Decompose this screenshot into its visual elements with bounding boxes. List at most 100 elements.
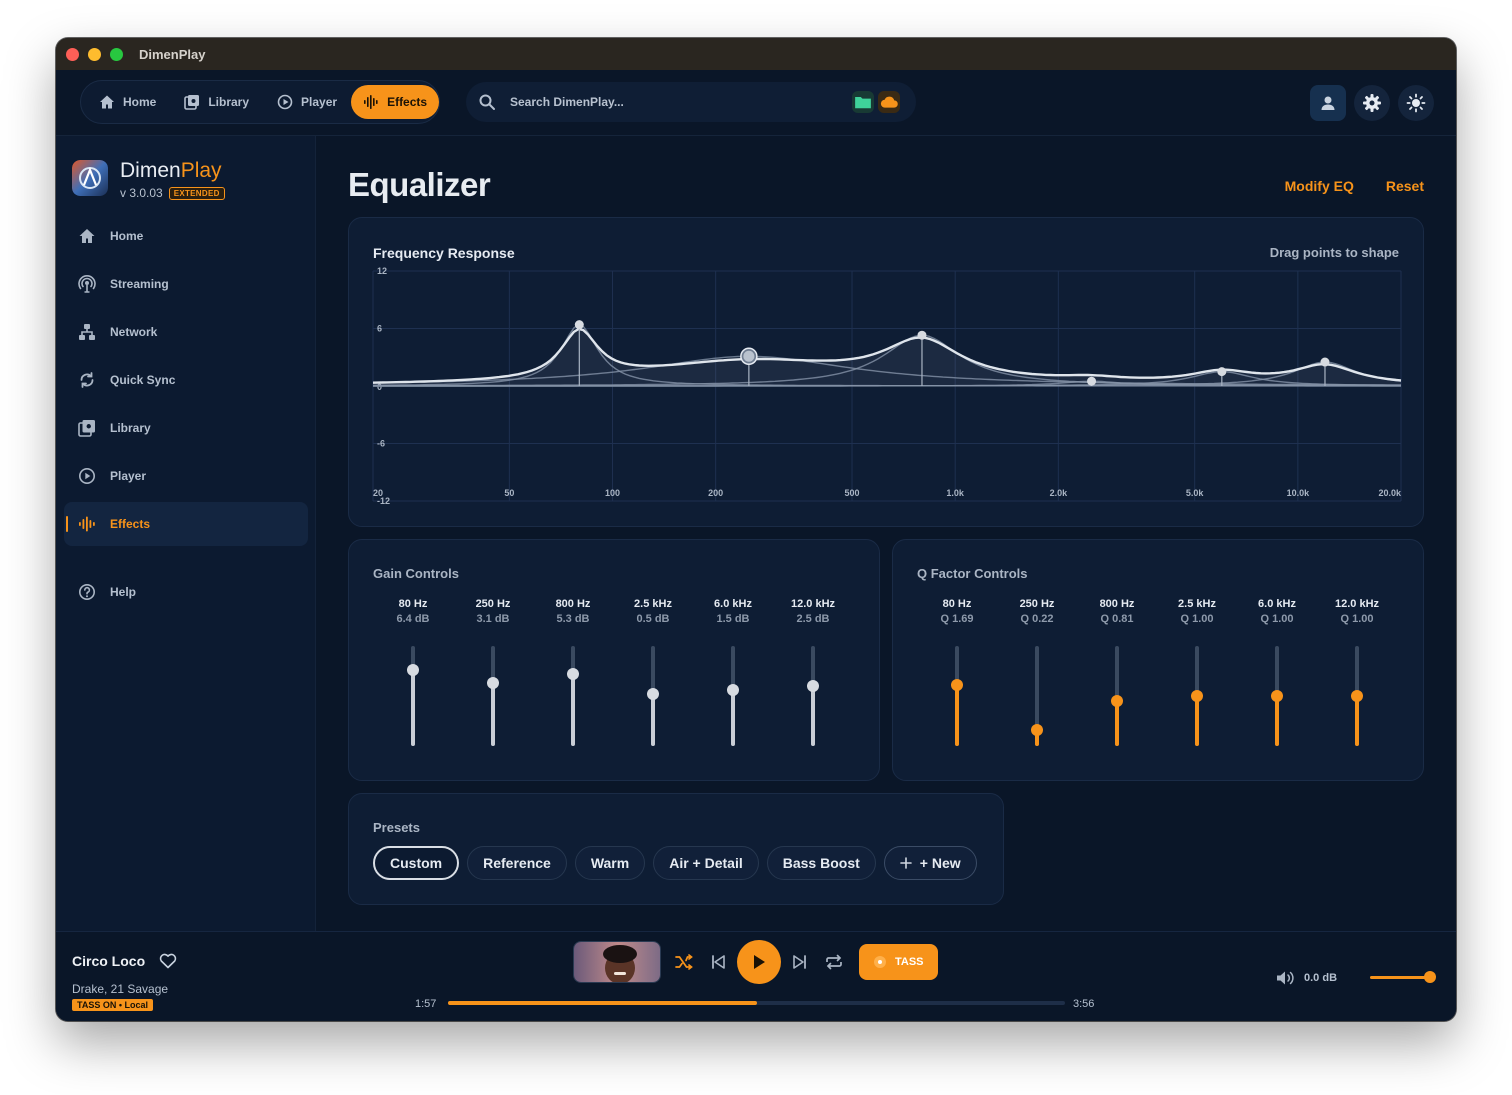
progress-bar[interactable] <box>448 1001 1065 1005</box>
topnav-label: Library <box>208 95 250 109</box>
tass-button[interactable]: TASS <box>859 944 938 980</box>
volume-icon[interactable] <box>1276 970 1294 986</box>
band-value: 1.5 dB <box>716 613 750 625</box>
reset-button[interactable]: Reset <box>1386 178 1424 194</box>
album-art[interactable] <box>573 941 661 983</box>
gain-band-3: 2.5 kHz 0.5 dB <box>613 598 693 758</box>
close-window-button[interactable] <box>66 47 79 61</box>
preset-custom[interactable]: Custom <box>373 846 460 880</box>
preset-reference[interactable]: Reference <box>467 846 567 880</box>
sun-icon <box>1406 93 1426 113</box>
topnav-player[interactable]: Player <box>263 85 349 119</box>
play-circle-icon <box>277 94 293 110</box>
slider-knob[interactable] <box>647 688 659 700</box>
q-slider-track[interactable] <box>1031 646 1043 746</box>
maximize-window-button[interactable] <box>110 47 123 61</box>
total-time: 3:56 <box>1073 998 1095 1010</box>
settings-button[interactable] <box>1354 85 1390 121</box>
new-preset-button[interactable]: + New <box>883 846 977 880</box>
local-folder-button[interactable] <box>852 91 874 113</box>
preset-warm[interactable]: Warm <box>574 846 646 880</box>
sidebar: DimenPlay v 3.0.03 EXTENDED Home Streami… <box>56 136 316 931</box>
sidebar-item-streaming[interactable]: Streaming <box>64 262 308 306</box>
band-handle[interactable] <box>1217 367 1227 377</box>
band-value: 0.5 dB <box>636 613 670 625</box>
slider-knob[interactable] <box>807 680 819 692</box>
presets-card: Presets Custom Reference Warm Air + Deta… <box>348 793 1004 905</box>
slider-knob[interactable] <box>1271 690 1283 702</box>
sidebar-item-quick-sync[interactable]: Quick Sync <box>64 358 308 402</box>
sidebar-item-label: Player <box>110 469 147 483</box>
sidebar-item-help[interactable]: Help <box>64 570 308 614</box>
minimize-window-button[interactable] <box>88 47 101 61</box>
slider-fill <box>651 694 655 746</box>
frequency-response-chart[interactable]: 1260-6-1220 50 100 200 500 1.0k 2.0k 5.0k 10.0k 2… <box>349 218 1425 528</box>
user-icon <box>1321 96 1335 110</box>
q-slider-track[interactable] <box>951 646 963 746</box>
main-content: Equalizer Modify EQ Reset 12 6 0 -6 -12 20 50 1… <box>316 136 1456 931</box>
preset-bass-boost[interactable]: Bass Boost <box>766 846 876 880</box>
sidebar-item-player[interactable]: Player <box>64 454 308 498</box>
volume-value: 0.0 dB <box>1304 972 1338 984</box>
sidebar-item-label: Quick Sync <box>110 373 176 387</box>
q-slider-track[interactable] <box>1111 646 1123 746</box>
gain-slider-track[interactable] <box>647 646 659 746</box>
heart-icon[interactable] <box>159 953 177 969</box>
previous-button[interactable] <box>701 945 735 979</box>
sidebar-item-library[interactable]: Library <box>64 406 308 450</box>
topnav-home[interactable]: Home <box>85 85 168 119</box>
band-frequency: 2.5 kHz <box>1178 598 1216 610</box>
band-value: Q 0.22 <box>1020 613 1054 625</box>
topnav-effects[interactable]: Effects <box>351 85 440 119</box>
broadcast-icon <box>78 275 96 293</box>
preset-air-detail[interactable]: Air + Detail <box>653 846 759 880</box>
modify-eq-button[interactable]: Modify EQ <box>1285 178 1354 194</box>
q-slider-track[interactable] <box>1191 646 1203 746</box>
band-frequency: 250 Hz <box>475 598 511 610</box>
waveform-icon <box>79 516 95 532</box>
volume-knob[interactable] <box>1424 971 1436 983</box>
slider-knob[interactable] <box>407 664 419 676</box>
band-handle[interactable] <box>574 320 584 330</box>
q-slider-track[interactable] <box>1351 646 1363 746</box>
q-slider-track[interactable] <box>1271 646 1283 746</box>
gain-slider-track[interactable] <box>567 646 579 746</box>
theme-toggle-button[interactable] <box>1398 85 1434 121</box>
sidebar-item-network[interactable]: Network <box>64 310 308 354</box>
gain-slider-track[interactable] <box>727 646 739 746</box>
top-bar: Home Library Player Effects <box>56 70 1456 136</box>
slider-knob[interactable] <box>1351 690 1363 702</box>
band-handle[interactable] <box>1320 357 1330 367</box>
repeat-button[interactable] <box>817 945 851 979</box>
slider-knob[interactable] <box>1111 695 1123 707</box>
slider-knob[interactable] <box>567 668 579 680</box>
band-handle[interactable] <box>1087 376 1097 386</box>
gain-slider-track[interactable] <box>807 646 819 746</box>
topnav-label: Player <box>301 95 338 109</box>
topnav-library[interactable]: Library <box>170 85 261 119</box>
gain-slider-track[interactable] <box>407 646 419 746</box>
cloud-button[interactable] <box>878 91 900 113</box>
slider-knob[interactable] <box>1191 690 1203 702</box>
gear-icon <box>1363 94 1381 112</box>
slider-fill <box>411 670 415 746</box>
gain-slider-track[interactable] <box>487 646 499 746</box>
volume-slider[interactable] <box>1370 976 1428 979</box>
library-icon <box>184 95 200 110</box>
slider-knob[interactable] <box>1031 724 1043 736</box>
search-input[interactable] <box>510 95 840 109</box>
window-controls <box>66 47 123 61</box>
sidebar-item-effects[interactable]: Effects <box>64 502 308 546</box>
shuffle-button[interactable] <box>667 945 701 979</box>
play-button[interactable] <box>737 940 781 984</box>
sidebar-item-home[interactable]: Home <box>64 214 308 258</box>
shuffle-icon <box>675 954 693 970</box>
slider-knob[interactable] <box>951 679 963 691</box>
slider-knob[interactable] <box>727 684 739 696</box>
slider-knob[interactable] <box>487 677 499 689</box>
band-frequency: 2.5 kHz <box>634 598 672 610</box>
band-handle[interactable] <box>917 330 927 340</box>
account-button[interactable] <box>1310 85 1346 121</box>
gain-band-5: 12.0 kHz 2.5 dB <box>773 598 853 758</box>
next-button[interactable] <box>783 945 817 979</box>
